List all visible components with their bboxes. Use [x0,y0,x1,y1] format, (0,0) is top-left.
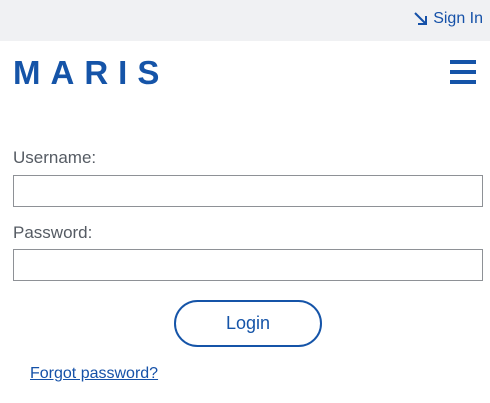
forgot-password-link[interactable]: Forgot password? [30,365,158,383]
maris-logo[interactable]: MARIS [13,54,169,92]
username-label: Username: [13,148,97,167]
hamburger-menu-icon[interactable] [450,60,476,84]
login-button[interactable]: Login [174,300,322,347]
sign-in-arrow-icon [413,11,429,27]
sign-in-label: Sign In [433,10,483,27]
top-bar: Sign In [0,0,490,41]
password-field[interactable] [13,249,483,281]
sign-in-link[interactable]: Sign In [413,10,483,28]
username-field[interactable] [13,175,483,207]
password-label: Password: [13,223,93,242]
